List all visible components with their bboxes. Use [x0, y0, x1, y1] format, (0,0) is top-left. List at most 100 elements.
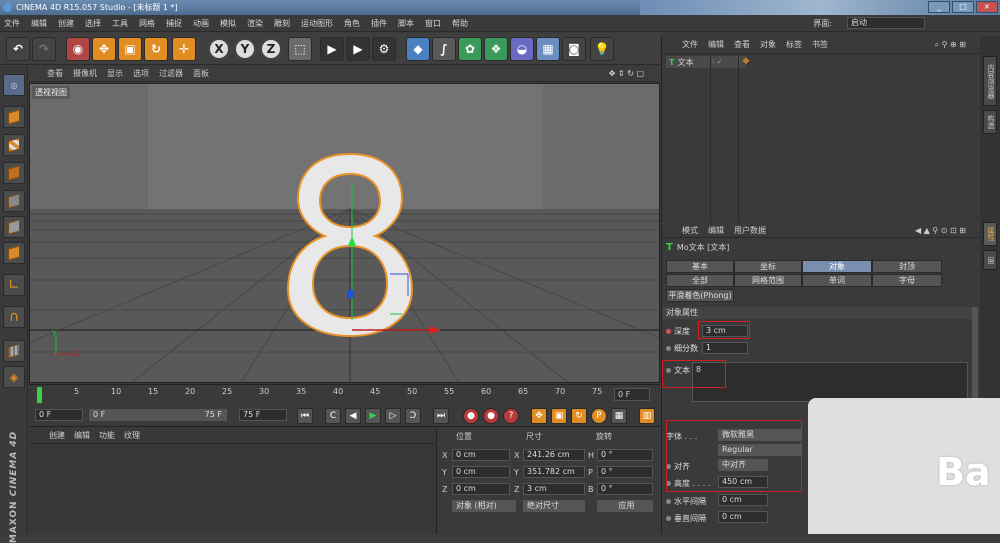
tab-letters[interactable]: 字母 — [872, 274, 942, 287]
material-menu-texture[interactable]: 纹理 — [124, 430, 140, 441]
key-pla-icon[interactable]: ▦ — [611, 408, 627, 424]
size-mode-dropdown[interactable]: 绝对尺寸 — [523, 500, 585, 512]
nurbs-icon[interactable]: ✿ — [458, 37, 482, 61]
menu-simulate[interactable]: 模拟 — [220, 18, 236, 29]
viewport-menu-panel[interactable]: 面板 — [193, 68, 209, 79]
menu-character[interactable]: 角色 — [344, 18, 360, 29]
start-frame-field[interactable]: 0 F — [35, 409, 83, 421]
om-menu-objects[interactable]: 对象 — [760, 39, 776, 50]
make-editable-icon[interactable]: ◎ — [3, 74, 25, 96]
timeline-ruler[interactable]: 0 5 10 15 20 25 30 35 40 45 50 55 60 65 … — [29, 384, 660, 404]
workplane-mode-icon[interactable] — [3, 162, 25, 184]
points-mode-icon[interactable] — [3, 190, 25, 212]
pos-x-field[interactable]: 0 cm — [452, 449, 510, 461]
playhead-marker[interactable] — [37, 387, 42, 403]
scale-tool-icon[interactable]: ▣ — [118, 37, 142, 61]
tab-words[interactable]: 单词 — [802, 274, 872, 287]
key-rotation-icon[interactable]: ↻ — [571, 408, 587, 424]
texture-mode-icon[interactable] — [3, 134, 25, 156]
goto-start-icon[interactable]: ⏮ — [297, 408, 313, 424]
scene-floor-icon[interactable]: ▦ — [536, 37, 560, 61]
tab-content-browser[interactable]: 内容浏览器 — [983, 56, 997, 106]
viewport-navigation-icons[interactable]: ✥ ⇕ ↻ ▢ — [609, 69, 644, 78]
object-row-text[interactable]: T 文本 — [666, 56, 746, 68]
deformer-icon[interactable]: ◒ — [510, 37, 534, 61]
coordinate-mode-dropdown[interactable]: 对象 (相对) — [452, 500, 516, 512]
horizontal-spacing-field[interactable]: 0 cm — [718, 494, 768, 506]
redo-button[interactable]: ↷ — [32, 37, 56, 61]
size-y-field[interactable]: 351.782 cm — [523, 466, 585, 478]
tab-attributes[interactable]: 属性 — [983, 222, 997, 246]
edges-mode-icon[interactable] — [3, 216, 25, 238]
text-input-area[interactable]: 8 — [692, 362, 968, 402]
render-picture-viewer-icon[interactable]: ▶ — [346, 37, 370, 61]
apply-button[interactable]: 应用 — [597, 500, 653, 512]
y-axis-lock-button[interactable]: Y — [234, 38, 256, 60]
menu-animate[interactable]: 动画 — [193, 18, 209, 29]
viewport-menu-display[interactable]: 显示 — [107, 68, 123, 79]
pos-y-field[interactable]: 0 cm — [452, 466, 510, 478]
menu-tools[interactable]: 工具 — [112, 18, 128, 29]
play-icon[interactable]: ▶ — [365, 408, 381, 424]
am-menu-userdata[interactable]: 用户数据 — [734, 225, 766, 236]
tab-object[interactable]: 对象 — [802, 260, 872, 273]
tab-structure[interactable]: 构造 — [983, 110, 997, 134]
menu-edit[interactable]: 编辑 — [31, 18, 47, 29]
tab-mesh-range[interactable]: 网格范围 — [734, 274, 802, 287]
om-menu-view[interactable]: 查看 — [734, 39, 750, 50]
end-frame-field[interactable]: 75 F — [239, 409, 287, 421]
mograph-cloner-icon[interactable]: ❖ — [484, 37, 508, 61]
viewport-menu-options[interactable]: 选项 — [133, 68, 149, 79]
timeline-window-icon[interactable]: ▥ — [639, 408, 655, 424]
om-search-icons[interactable]: ⌕ ⚲ ⊕ ⊞ — [935, 40, 966, 50]
workplane-grid-icon[interactable] — [3, 340, 25, 362]
object-visibility-icons[interactable]: ⁝ ✓ — [712, 58, 722, 66]
material-menu-function[interactable]: 功能 — [99, 430, 115, 441]
tab-coord[interactable]: 坐标 — [734, 260, 802, 273]
menu-select[interactable]: 选择 — [85, 18, 101, 29]
material-menu-create[interactable]: 创建 — [49, 430, 65, 441]
spline-icon[interactable]: ∫ — [432, 37, 456, 61]
axis-mode-icon[interactable]: ∟ — [3, 274, 25, 296]
render-settings-icon[interactable]: ⚙ — [372, 37, 396, 61]
am-menu-mode[interactable]: 模式 — [682, 225, 698, 236]
om-menu-tags[interactable]: 标签 — [786, 39, 802, 50]
viewport-menu-view[interactable]: 查看 — [47, 68, 63, 79]
menu-window[interactable]: 窗口 — [425, 18, 441, 29]
tab-all[interactable]: 全部 — [666, 274, 734, 287]
om-menu-bookmarks[interactable]: 书签 — [812, 39, 828, 50]
am-menu-edit[interactable]: 编辑 — [708, 225, 724, 236]
snap-magnet-icon[interactable]: ∩ — [3, 306, 25, 328]
menu-mesh[interactable]: 网格 — [139, 18, 155, 29]
object-tag-icon[interactable]: ❖ — [742, 57, 750, 67]
autokey-icon[interactable]: ● — [483, 408, 499, 424]
undo-button[interactable]: ↶ — [6, 37, 30, 61]
layout-dropdown[interactable]: 启动 — [847, 17, 925, 29]
key-parameter-icon[interactable]: P — [591, 408, 607, 424]
attribute-scrollbar[interactable] — [972, 307, 978, 407]
key-position-icon[interactable]: ✥ — [531, 408, 547, 424]
rot-p-field[interactable]: 0 ° — [597, 466, 653, 478]
frame-ruler[interactable]: 0 5 10 15 20 25 30 35 40 45 50 55 60 65 … — [37, 387, 602, 403]
close-button[interactable]: × — [976, 1, 998, 13]
prev-key-icon[interactable]: C — [325, 408, 341, 424]
rot-b-field[interactable]: 0 ° — [597, 483, 653, 495]
menu-snap[interactable]: 捕捉 — [166, 18, 182, 29]
pos-z-field[interactable]: 0 cm — [452, 483, 510, 495]
menu-file[interactable]: 文件 — [4, 18, 20, 29]
z-axis-lock-button[interactable]: Z — [260, 38, 282, 60]
cube-primitive-icon[interactable]: ◆ — [406, 37, 430, 61]
menu-sculpt[interactable]: 雕刻 — [274, 18, 290, 29]
menu-create[interactable]: 创建 — [58, 18, 74, 29]
next-key-icon[interactable]: Ɔ — [405, 408, 421, 424]
maximize-button[interactable]: □ — [952, 1, 974, 13]
rot-h-field[interactable]: 0 ° — [597, 449, 653, 461]
tab-caps[interactable]: 封顶 — [872, 260, 942, 273]
om-menu-edit[interactable]: 编辑 — [708, 39, 724, 50]
vertical-spacing-field[interactable]: 0 cm — [718, 511, 768, 523]
camera-icon[interactable]: ◙ — [562, 37, 586, 61]
subdivision-field[interactable]: 1 — [702, 342, 748, 354]
preview-range-slider[interactable]: 0 F 75 F — [89, 409, 227, 421]
prev-frame-icon[interactable]: ◀ — [345, 408, 361, 424]
last-tool-icon[interactable]: ✛ — [172, 37, 196, 61]
